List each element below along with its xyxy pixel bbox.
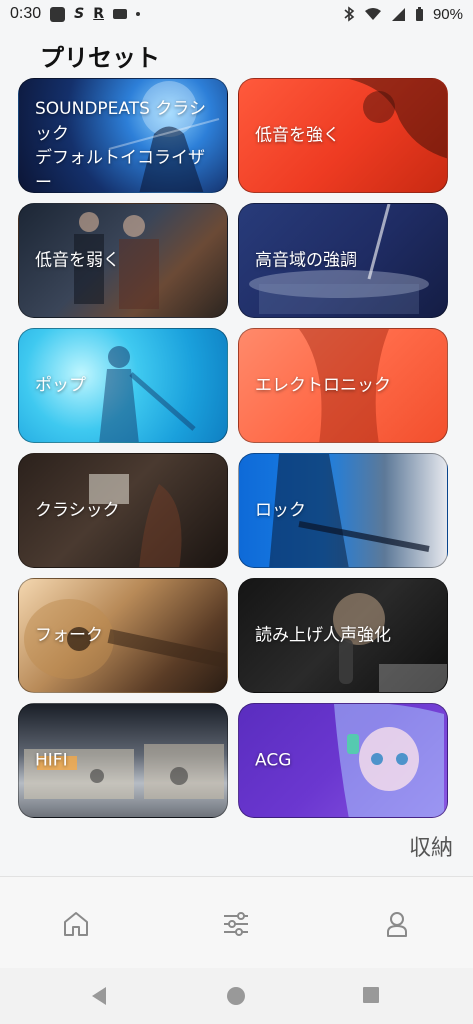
recents-icon[interactable] [362,986,380,1004]
preset-label: ロック [255,500,306,521]
preset-card-pop[interactable]: ポップ [18,328,228,443]
photo-notification-icon [50,6,66,22]
bottom-nav [0,876,473,969]
preset-label: 低音を弱く [35,250,120,271]
nav-equalizer[interactable] [219,907,253,941]
preset-label: エレクトロニック [255,375,391,396]
back-icon[interactable] [90,986,108,1006]
nav-home[interactable] [59,907,93,941]
preset-label: 低音を強く [255,125,340,146]
s-app-icon: S [74,6,85,22]
preset-grid: SOUNDPEATS クラシック デフォルトイコライザー 低音を強く 低音を弱く… [18,78,448,818]
preset-label: HIFI [35,750,68,771]
home-circle-icon[interactable] [226,986,246,1006]
system-nav-bar [0,968,473,1024]
collapse-button[interactable]: 収納 [409,830,453,862]
equalizer-icon [224,912,248,936]
r-app-icon: R [93,6,105,22]
preset-card-hifi[interactable]: HIFI [18,703,228,818]
preset-card-voice-enhance[interactable]: 読み上げ人声強化 [238,578,448,693]
wifi-icon [364,8,381,20]
preset-label: SOUNDPEATS クラシック デフォルトイコライザー [35,99,206,193]
status-bar: 0:30 S R 90% [0,0,473,28]
more-dot-icon [136,12,141,16]
preset-label: 読み上げ人声強化 [255,625,391,646]
status-left: 0:30 S R [10,5,141,23]
bluetooth-icon [344,6,355,22]
battery-icon [415,6,423,21]
preset-card-rock[interactable]: ロック [238,453,448,568]
nav-profile[interactable] [380,907,414,941]
preset-card-bass-boost[interactable]: 低音を強く [238,78,448,193]
preset-card-acg[interactable]: ACG [238,703,448,818]
preset-card-folk[interactable]: フォーク [18,578,228,693]
signal-icon [391,7,405,21]
status-time: 0:30 [10,5,42,22]
battery-level: 90% [432,5,463,23]
user-icon [387,912,407,937]
page-title: プリセット [40,44,160,72]
preset-label: ポップ [35,375,86,396]
status-right: 90% [343,6,463,23]
preset-card-treble-boost[interactable]: 高音域の強調 [238,203,448,318]
preset-card-classical[interactable]: クラシック [18,453,228,568]
card-icon [113,9,128,19]
preset-card-electronic[interactable]: エレクトロニック [238,328,448,443]
home-icon [64,912,88,936]
preset-label: ACG [255,750,292,771]
preset-card-bass-reduce[interactable]: 低音を弱く [18,203,228,318]
preset-label: 高音域の強調 [255,250,357,271]
preset-label: クラシック [35,500,120,521]
preset-card-soundpeats-classic[interactable]: SOUNDPEATS クラシック デフォルトイコライザー [18,78,228,193]
preset-label: フォーク [35,625,103,646]
